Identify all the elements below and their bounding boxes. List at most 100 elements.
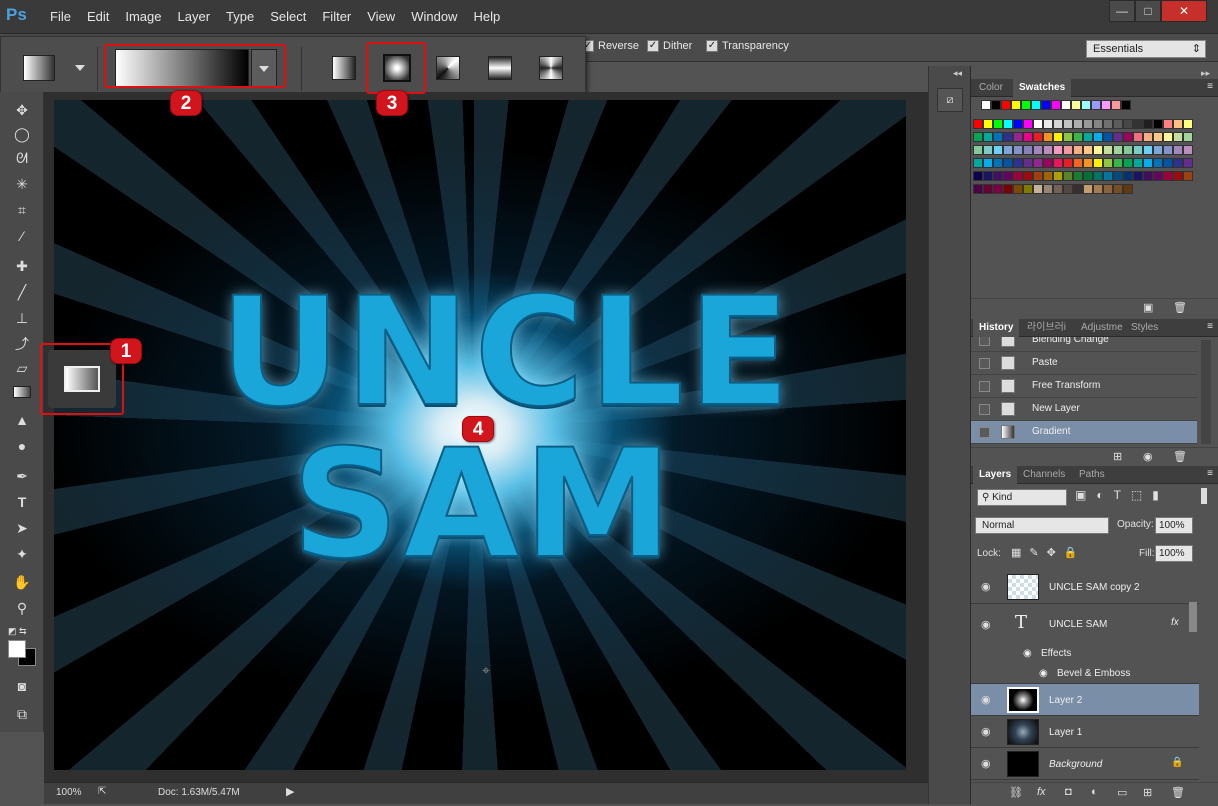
type-icon[interactable]: T	[10, 492, 34, 512]
swatch[interactable]	[1073, 119, 1083, 129]
linear-gradient-icon[interactable]	[332, 56, 356, 80]
panel-menu-icon[interactable]: ≡	[1207, 321, 1213, 332]
menu-edit[interactable]: Edit	[79, 9, 117, 24]
tab-styles[interactable]: Styles	[1125, 319, 1164, 337]
swatch[interactable]	[1123, 171, 1133, 181]
folder-icon[interactable]: ▭	[1117, 786, 1127, 799]
swatch[interactable]	[1053, 171, 1063, 181]
layer-row[interactable]: ◉ Layer 1	[971, 716, 1199, 748]
lock-icons[interactable]: ▦✎✥🔒	[1011, 546, 1086, 559]
fx-icon[interactable]: fx	[1171, 617, 1179, 628]
swatch[interactable]	[1053, 184, 1063, 194]
swatch[interactable]	[1133, 132, 1143, 142]
swatch[interactable]	[1083, 145, 1093, 155]
effect-row[interactable]: ◉ Bevel & Emboss	[971, 664, 1199, 684]
swatch[interactable]	[983, 184, 993, 194]
swatch[interactable]	[1093, 171, 1103, 181]
swatch[interactable]	[1113, 145, 1123, 155]
swatch[interactable]	[1183, 132, 1193, 142]
swatch[interactable]	[1163, 119, 1173, 129]
swatch[interactable]	[1083, 184, 1093, 194]
swatch[interactable]	[973, 184, 983, 194]
swatch[interactable]	[1073, 158, 1083, 168]
swatch[interactable]	[993, 132, 1003, 142]
tab-color[interactable]: Color	[973, 79, 1009, 97]
menu-window[interactable]: Window	[403, 9, 465, 24]
blur-icon[interactable]: ▲	[10, 410, 34, 430]
snapshot-checkbox[interactable]	[979, 381, 990, 392]
swatch[interactable]	[1153, 132, 1163, 142]
history-brush-icon[interactable]: ⤴	[10, 334, 34, 354]
swatch[interactable]	[1083, 171, 1093, 181]
swatch[interactable]	[1023, 119, 1033, 129]
tab-channels[interactable]: Channels	[1017, 466, 1071, 484]
swatch[interactable]	[1073, 184, 1083, 194]
swatch[interactable]	[993, 119, 1003, 129]
fx-icon[interactable]: fx	[1037, 786, 1046, 798]
path-selection-icon[interactable]: ➤	[10, 518, 34, 538]
swatch[interactable]	[1063, 145, 1073, 155]
swatch[interactable]	[1133, 119, 1143, 129]
lasso-icon[interactable]: ᘛ	[10, 148, 34, 168]
camera-icon[interactable]: ◉	[1143, 450, 1153, 463]
tab-paths[interactable]: Paths	[1073, 466, 1111, 484]
dither-checkbox[interactable]: ✓ Dither	[647, 40, 692, 52]
swatch[interactable]	[1183, 145, 1193, 155]
transparency-checkbox[interactable]: ✓ Transparency	[706, 40, 789, 52]
swatch[interactable]	[1163, 132, 1173, 142]
swatch[interactable]	[1123, 184, 1133, 194]
swatch[interactable]	[1103, 184, 1113, 194]
layer-row[interactable]: ◉ T UNCLE SAM fx	[971, 604, 1199, 644]
swatch[interactable]	[1103, 145, 1113, 155]
trash-icon[interactable]: 🗑	[1173, 450, 1187, 463]
crop-icon[interactable]: ⌗	[10, 200, 34, 220]
swatch[interactable]	[1113, 132, 1123, 142]
swap-colors-icon[interactable]: ◩ ⇆	[8, 626, 27, 637]
snapshot-checkbox[interactable]	[979, 404, 990, 415]
swatch[interactable]	[983, 145, 993, 155]
snapshot-checkbox[interactable]	[979, 337, 990, 346]
blend-mode-select[interactable]: Normal	[975, 517, 1109, 534]
swatch[interactable]	[1043, 132, 1053, 142]
layer-row[interactable]: ◉ Background 🔒	[971, 748, 1199, 780]
swatch[interactable]	[1081, 100, 1091, 110]
eye-icon[interactable]: ◉	[981, 757, 991, 770]
diamond-gradient-icon[interactable]	[539, 56, 563, 80]
collapse-right-icon[interactable]: ▸▸	[1201, 68, 1210, 79]
swatch[interactable]	[1133, 171, 1143, 181]
eye-icon[interactable]: ◉	[1023, 648, 1032, 659]
swatch[interactable]	[1073, 145, 1083, 155]
workspace-select[interactable]: Essentials ⇕	[1086, 40, 1206, 58]
swatch[interactable]	[1133, 145, 1143, 155]
maximize-button[interactable]: □	[1135, 0, 1161, 22]
swatch[interactable]	[1093, 132, 1103, 142]
swatch[interactable]	[1113, 158, 1123, 168]
swatch[interactable]	[1043, 119, 1053, 129]
swatch[interactable]	[1023, 171, 1033, 181]
filter-kind-select[interactable]: ⚲ Kind	[977, 489, 1067, 506]
menu-filter[interactable]: Filter	[314, 9, 359, 24]
reflected-gradient-icon[interactable]	[488, 56, 512, 80]
swatch[interactable]	[1033, 171, 1043, 181]
swatch[interactable]	[973, 158, 983, 168]
swatch[interactable]	[1093, 119, 1103, 129]
swatch[interactable]	[1013, 145, 1023, 155]
layers-scrollbar[interactable]	[1189, 602, 1197, 632]
swatch[interactable]	[1033, 184, 1043, 194]
properties-icon[interactable]: ⧄	[937, 88, 963, 112]
swatch[interactable]	[1143, 171, 1153, 181]
gradient-preset-icon[interactable]	[23, 55, 55, 81]
menu-type[interactable]: Type	[218, 9, 262, 24]
shape-icon[interactable]: ✦	[10, 544, 34, 564]
adjustment-icon[interactable]: ◐	[1091, 786, 1098, 798]
snapshot-checkbox[interactable]	[979, 427, 990, 438]
eraser-icon[interactable]: ▱	[10, 358, 34, 378]
swatch[interactable]	[1083, 119, 1093, 129]
swatch[interactable]	[1003, 158, 1013, 168]
swatch[interactable]	[1163, 145, 1173, 155]
swatch[interactable]	[1051, 100, 1061, 110]
swatch[interactable]	[1053, 119, 1063, 129]
swatch[interactable]	[1061, 100, 1071, 110]
swatch[interactable]	[1023, 184, 1033, 194]
swatch[interactable]	[993, 158, 1003, 168]
